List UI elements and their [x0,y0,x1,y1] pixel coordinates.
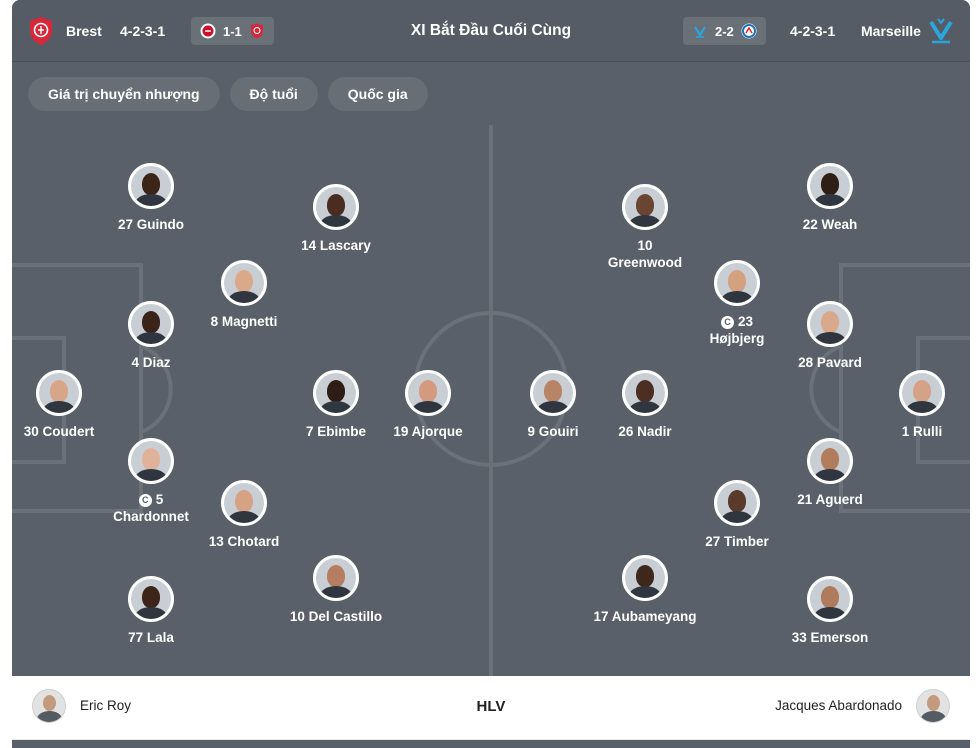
player-away-greenwood[interactable]: 10 Greenwood [590,184,700,271]
strasbourg-crest-icon [740,22,758,40]
player-label: 28 Pavard [798,355,862,370]
player-label: 4 Diaz [131,355,171,370]
player-photo [128,163,174,209]
player-photo [128,438,174,484]
away-last-match[interactable]: 2-2 [683,0,766,62]
lineup-header: Brest 4-2-3-1 1-1 XI Bắt Đầu Cuối Cùng 2… [12,0,970,62]
captain-icon: C [720,316,734,329]
coaches-row: Eric Roy HLV Jacques Abardonado [12,676,970,740]
player-photo [622,184,668,230]
player-photo [313,184,359,230]
player-photo [807,576,853,622]
lineup-card: Brest 4-2-3-1 1-1 XI Bắt Đầu Cuối Cùng 2… [12,0,970,748]
player-label: 13 Chotard [208,534,280,549]
away-formation: 4-2-3-1 [790,23,836,39]
player-photo [807,438,853,484]
player-photo [530,370,576,416]
away-crest-icon[interactable] [928,0,954,62]
player-label: 27 Timber [705,534,769,549]
captain-icon: C [138,494,152,507]
player-photo [128,576,174,622]
player-photo [714,260,760,306]
player-photo [313,370,359,416]
marseille-mini-crest-icon [691,22,709,40]
player-photo [622,555,668,601]
player-home-guindo[interactable]: 27 Guindo [96,163,206,233]
player-label: 17 Aubameyang [593,609,697,624]
away-team-name[interactable]: Marseille [861,0,921,62]
away-last-score: 2-2 [715,23,734,39]
player-away-pavard[interactable]: 28 Pavard [775,301,885,371]
away-coach-avatar[interactable] [916,689,950,723]
player-photo [622,370,668,416]
player-photo [313,555,359,601]
player-photo [405,370,451,416]
filter-chips: Giá trị chuyển nhượng Độ tuổi Quốc gia [28,77,428,111]
player-away-nadir[interactable]: 26 Nadir [590,370,700,440]
player-away-emerson[interactable]: 33 Emerson [775,576,885,646]
player-photo [128,301,174,347]
player-photo [714,480,760,526]
player-photo [807,163,853,209]
player-home-ajorque[interactable]: 19 Ajorque [373,370,483,440]
filter-age[interactable]: Độ tuổi [229,77,318,111]
player-label: 19 Ajorque [393,424,463,439]
player-label: 77 Lala [128,630,174,645]
player-label: 33 Emerson [791,630,869,645]
player-label: 14 Lascary [301,238,371,253]
player-label: 27 Guindo [117,217,185,232]
player-home-lascary[interactable]: 14 Lascary [281,184,391,254]
player-away-rulli[interactable]: 1 Rulli [867,370,970,440]
player-home-chotard[interactable]: 13 Chotard [189,480,299,550]
player-photo [221,260,267,306]
player-home-diaz[interactable]: 4 Diaz [96,301,206,371]
player-away-timber[interactable]: 27 Timber [682,480,792,550]
pitch: 27 Guindo 14 Lascary 8 Magnetti 4 Diaz 3… [12,125,970,676]
player-photo [36,370,82,416]
player-away-aubameyang[interactable]: 17 Aubameyang [590,555,700,625]
player-away-weah[interactable]: 22 Weah [775,163,885,233]
player-photo [899,370,945,416]
player-photo [807,301,853,347]
away-coach-name[interactable]: Jacques Abardonado [775,698,902,713]
player-photo [221,480,267,526]
player-label: 10 Del Castillo [289,609,383,624]
player-label: 26 Nadir [618,424,672,439]
player-home-lala[interactable]: 77 Lala [96,576,206,646]
player-home-del-castillo[interactable]: 10 Del Castillo [281,555,391,625]
filter-market-value[interactable]: Giá trị chuyển nhượng [28,77,220,111]
player-label: 22 Weah [802,217,858,232]
filter-country[interactable]: Quốc gia [327,77,428,111]
player-home-coudert[interactable]: 30 Coudert [12,370,114,440]
